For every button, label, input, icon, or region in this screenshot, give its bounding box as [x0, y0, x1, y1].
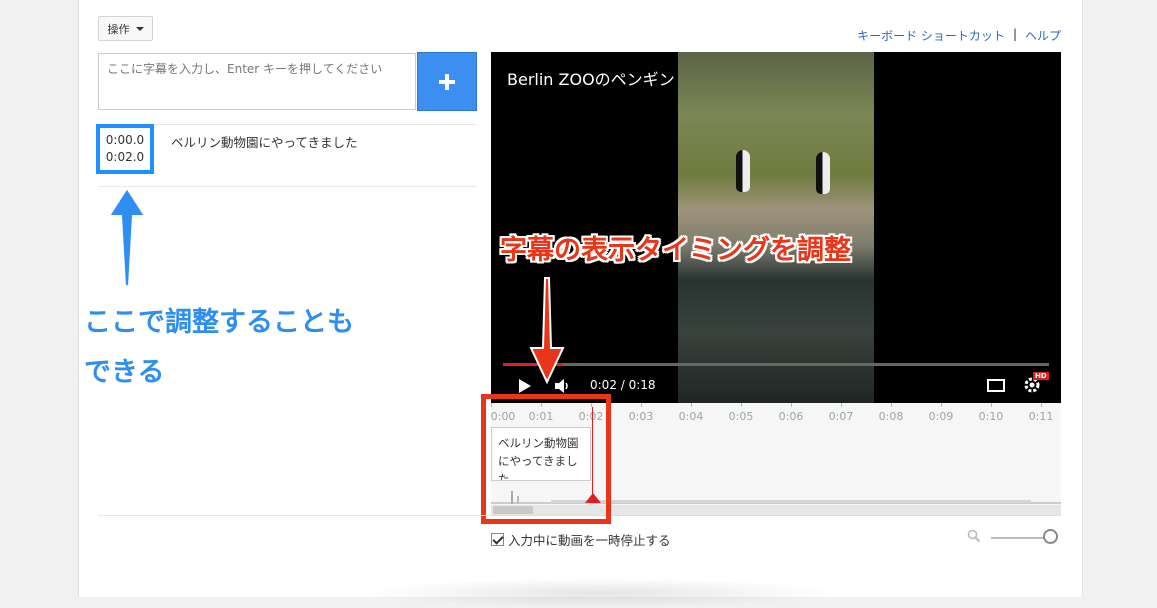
top-links: キーボード ショートカット | ヘルプ — [857, 27, 1061, 44]
timeline-tick-label: 0:09 — [928, 410, 954, 423]
pause-label: 入力中に動画を一時停止する — [508, 533, 671, 548]
caption-input-placeholder: ここに字幕を入力し、Enter キーを押してください — [107, 62, 383, 76]
captions-icon[interactable] — [987, 379, 1005, 392]
red-highlight-frame — [481, 394, 611, 524]
timeline-tick — [741, 403, 742, 407]
timeline-tick-label: 0:07 — [828, 410, 854, 423]
timeline-zoom — [967, 528, 1061, 548]
caption-input[interactable]: ここに字幕を入力し、Enter キーを押してください — [98, 53, 416, 110]
actions-dropdown[interactable]: 操作 — [98, 16, 153, 41]
cue-time-range[interactable]: 0:00.0 0:02.0 — [96, 124, 154, 174]
timeline-tick — [791, 403, 792, 407]
penguin-image — [816, 152, 830, 194]
timeline-tick-label: 0:10 — [978, 410, 1004, 423]
timeline-tick-label: 0:08 — [878, 410, 904, 423]
cue-text[interactable]: ベルリン動物園にやってきました — [171, 132, 358, 151]
timeline-tick-label: 0:06 — [778, 410, 804, 423]
divider — [98, 186, 477, 187]
add-caption-button[interactable] — [417, 52, 477, 111]
link-separator: | — [1012, 27, 1017, 41]
video-title: Berlin ZOOのペンギン — [507, 70, 675, 89]
blue-annotation: ここで調整することも できる — [84, 298, 404, 398]
blue-annotation-line2: できる — [84, 357, 165, 388]
timeline-tick-label: 0:04 — [678, 410, 704, 423]
help-link[interactable]: ヘルプ — [1025, 27, 1061, 44]
divider — [98, 124, 477, 125]
timeline-tick — [841, 403, 842, 407]
timeline-tick-label: 0:03 — [628, 410, 654, 423]
timeline-tick-label: 0:05 — [728, 410, 754, 423]
timeline-tick — [1041, 403, 1042, 407]
divider — [98, 515, 491, 516]
keyboard-shortcuts-link[interactable]: キーボード ショートカット — [857, 27, 1005, 44]
timeline-tick — [941, 403, 942, 407]
timeline-tick-label: 0:11 — [1028, 410, 1054, 423]
penguin-image — [736, 150, 750, 192]
timeline-tick — [691, 403, 692, 407]
zoom-slider-track[interactable] — [991, 537, 1051, 539]
chevron-down-icon — [135, 26, 144, 31]
timeline-tick — [891, 403, 892, 407]
actions-label: 操作 — [107, 22, 130, 36]
blue-annotation-line1: ここで調整することも — [84, 307, 354, 338]
cue-start-time[interactable]: 0:00.0 — [106, 132, 144, 149]
bottom-shadow — [360, 578, 840, 608]
arrow-up-icon — [107, 186, 147, 287]
video-progress-bar[interactable] — [503, 363, 1049, 366]
cue-end-time[interactable]: 0:02.0 — [106, 149, 144, 166]
hd-badge: HD — [1033, 372, 1049, 380]
timeline-tick — [641, 403, 642, 407]
plus-icon — [439, 73, 455, 90]
zoom-slider-knob[interactable] — [1043, 529, 1058, 544]
video-time-readout: 0:02 / 0:18 — [590, 378, 656, 392]
red-annotation: 字幕の表示タイミングを調整 — [500, 235, 851, 266]
pause-while-typing-option[interactable]: 入力中に動画を一時停止する — [491, 530, 671, 549]
search-icon — [967, 529, 981, 543]
timeline-tick — [991, 403, 992, 407]
arrow-down-icon — [529, 277, 565, 385]
pause-checkbox[interactable] — [491, 533, 504, 546]
